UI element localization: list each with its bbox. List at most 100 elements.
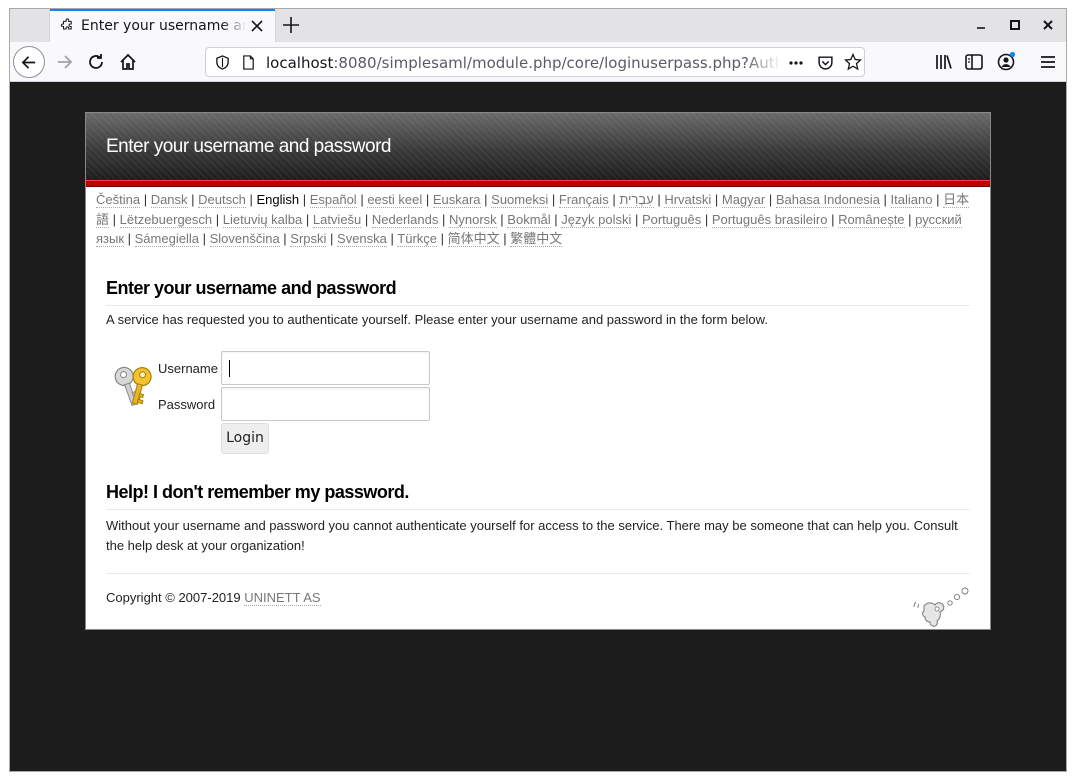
language-link[interactable]: Nederlands xyxy=(371,211,439,228)
language-link[interactable]: עִבְרִית xyxy=(619,192,654,208)
page-heading: Enter your username and password xyxy=(106,278,970,306)
language-link[interactable]: Español xyxy=(309,192,357,208)
language-separator: | xyxy=(550,211,562,227)
keys-icon xyxy=(114,366,152,407)
language-separator: | xyxy=(827,211,839,227)
text-caret xyxy=(229,360,230,377)
copyright-text: Copyright © 2007-2019 xyxy=(106,590,245,605)
language-link[interactable]: Lietuvių kalba xyxy=(222,211,303,228)
active-tab[interactable]: Enter your username and password xyxy=(50,9,275,42)
browser-window: Enter your username and password xyxy=(9,8,1067,772)
new-tab-plus-icon[interactable] xyxy=(282,16,300,34)
language-link[interactable]: Türkçe xyxy=(397,231,438,247)
language-separator: | xyxy=(879,192,891,207)
library-icon[interactable] xyxy=(934,52,954,72)
page-viewport: Enter your username and password Čeština… xyxy=(10,82,1066,771)
navigation-toolbar: localhost:8080/simplesaml/module.php/cor… xyxy=(10,42,1066,82)
language-separator: | xyxy=(245,192,257,207)
password-input[interactable] xyxy=(221,387,430,421)
language-link[interactable]: Latviešu xyxy=(312,211,362,228)
language-link[interactable]: Bokmål xyxy=(507,211,551,228)
language-link[interactable]: Srpski xyxy=(290,231,327,247)
language-separator: | xyxy=(212,211,223,227)
minimize-icon[interactable] xyxy=(974,18,988,32)
language-separator: | xyxy=(932,192,944,207)
language-link[interactable]: eesti keel xyxy=(367,192,423,208)
forward-arrow-icon[interactable] xyxy=(54,52,74,72)
language-separator: | xyxy=(326,231,338,246)
language-link[interactable]: Euskara xyxy=(432,192,481,208)
language-separator: | xyxy=(361,211,372,227)
language-link[interactable]: Lëtzebuergesch xyxy=(119,211,213,228)
language-separator: | xyxy=(386,231,398,246)
language-bar: Čeština | Dansk | Deutsch | English | Es… xyxy=(96,190,980,249)
language-link[interactable]: Italiano xyxy=(890,192,933,208)
username-label: Username xyxy=(158,361,218,376)
language-link[interactable]: Français xyxy=(558,192,609,208)
language-separator: | xyxy=(187,192,199,207)
language-link[interactable]: 繁體中文 xyxy=(510,231,563,247)
language-link[interactable]: Românește xyxy=(838,211,905,228)
language-link[interactable]: Português xyxy=(641,211,702,228)
language-link[interactable]: 简体中文 xyxy=(447,231,500,247)
language-separator: | xyxy=(701,211,712,227)
simplesamlphp-mascot-icon xyxy=(913,587,969,627)
language-separator: | xyxy=(438,211,449,227)
url-text[interactable]: localhost:8080/simplesaml/module.php/cor… xyxy=(266,54,781,72)
language-link[interactable]: Slovenščina xyxy=(209,231,280,247)
shield-icon[interactable] xyxy=(215,55,230,70)
language-link[interactable]: Deutsch xyxy=(198,192,246,208)
login-button[interactable]: Login xyxy=(221,423,269,454)
footer-divider xyxy=(106,573,970,574)
language-link[interactable]: Hrvatski xyxy=(664,192,712,208)
language-link[interactable]: Nynorsk xyxy=(449,211,497,228)
language-separator: | xyxy=(653,192,665,207)
url-host: localhost xyxy=(266,54,334,72)
reload-icon[interactable] xyxy=(86,52,106,72)
back-button[interactable] xyxy=(13,46,45,78)
more-actions-icon[interactable] xyxy=(788,55,804,71)
copyright: Copyright © 2007-2019 UNINETT AS xyxy=(106,590,321,606)
language-link[interactable]: Bahasa Indonesia xyxy=(775,192,880,208)
home-icon[interactable] xyxy=(118,52,138,72)
intro-text: A service has requested you to authentic… xyxy=(106,312,768,327)
close-window-icon[interactable] xyxy=(1041,18,1055,32)
pocket-icon[interactable] xyxy=(817,54,834,71)
hamburger-menu-icon[interactable] xyxy=(1038,52,1058,72)
help-text: Without your username and password you c… xyxy=(106,518,958,553)
uninett-link[interactable]: UNINETT AS xyxy=(244,590,321,606)
language-link[interactable]: Čeština xyxy=(96,192,141,208)
language-separator: | xyxy=(140,192,151,207)
language-separator: | xyxy=(904,211,916,227)
help-heading: Help! I don't remember my password. xyxy=(106,482,970,510)
language-separator: | xyxy=(109,211,120,227)
language-separator: | xyxy=(422,192,433,207)
language-separator: | xyxy=(711,192,722,207)
language-link[interactable]: Język polski xyxy=(561,211,632,228)
username-input[interactable] xyxy=(221,351,430,385)
language-separator: | xyxy=(356,192,368,207)
language-link[interactable]: Suomeksi xyxy=(491,192,549,208)
address-bar[interactable]: localhost:8080/simplesaml/module.php/cor… xyxy=(205,47,865,77)
header-title: Enter your username and password xyxy=(106,136,392,157)
language-link[interactable]: Dansk xyxy=(150,192,188,208)
language-separator: | xyxy=(437,231,448,246)
page-header: Enter your username and password xyxy=(86,113,990,180)
close-tab-icon[interactable] xyxy=(250,19,264,33)
language-separator: | xyxy=(198,231,210,246)
language-link[interactable]: Magyar xyxy=(721,192,766,208)
password-label: Password xyxy=(158,397,216,412)
language-separator: | xyxy=(279,231,291,246)
language-link[interactable]: Svenska xyxy=(337,231,387,247)
sidebar-icon[interactable] xyxy=(964,52,984,72)
bookmark-star-icon[interactable] xyxy=(844,53,862,71)
puzzle-piece-icon xyxy=(60,18,72,30)
account-icon[interactable] xyxy=(996,51,1016,71)
language-link[interactable]: Sámegiella xyxy=(134,231,199,247)
tab-strip: Enter your username and password xyxy=(10,9,1066,42)
maximize-icon[interactable] xyxy=(1008,18,1022,32)
language-link[interactable]: Português brasileiro xyxy=(711,211,828,228)
language-separator: | xyxy=(548,192,559,207)
url-path: :8080/simplesaml/module.php/core/loginus… xyxy=(333,54,781,72)
page-info-icon[interactable] xyxy=(241,55,256,70)
